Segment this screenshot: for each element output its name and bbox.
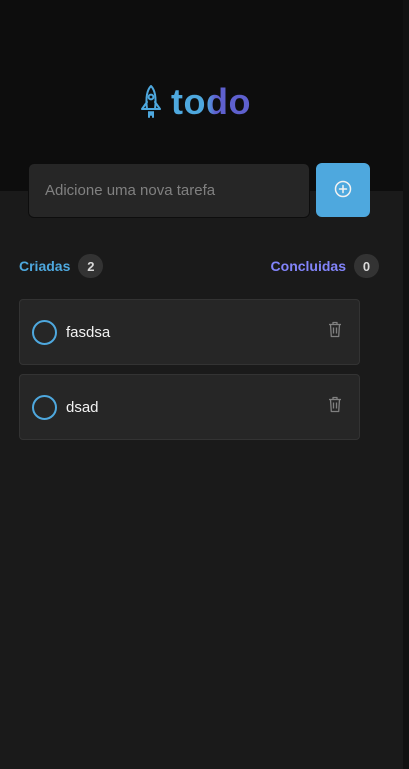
task-checkbox[interactable] — [32, 394, 57, 420]
done-label: Concluidas — [270, 258, 346, 274]
task-text: fasdsa — [66, 323, 111, 341]
window-edge — [403, 0, 409, 769]
task-text: dsad — [66, 398, 99, 416]
logo-text: todo — [171, 81, 251, 122]
created-counter: Criadas 2 — [19, 254, 104, 278]
new-task-input[interactable] — [28, 163, 310, 218]
task-item: dsad — [19, 374, 360, 440]
add-task-button[interactable] — [316, 163, 370, 217]
new-task-form — [28, 163, 370, 218]
logo: todo — [139, 82, 251, 122]
plus-circle-icon — [334, 180, 352, 201]
created-label: Criadas — [19, 258, 71, 274]
task-item: fasdsa — [19, 299, 360, 365]
delete-task-button[interactable] — [323, 395, 347, 419]
delete-task-button[interactable] — [323, 320, 347, 344]
task-list: fasdsa dsad — [19, 299, 360, 449]
task-counters: Criadas 2 Concluidas 0 — [19, 253, 379, 279]
done-counter: Concluidas 0 — [271, 254, 379, 278]
trash-icon — [327, 396, 343, 418]
trash-icon — [327, 321, 343, 343]
rocket-icon — [139, 84, 163, 120]
app-root: todo Criadas 2 Concluidas 0 fasdsa — [0, 0, 403, 769]
done-count-badge: 0 — [354, 254, 379, 278]
created-count-badge: 2 — [78, 254, 104, 278]
task-checkbox[interactable] — [32, 319, 57, 345]
